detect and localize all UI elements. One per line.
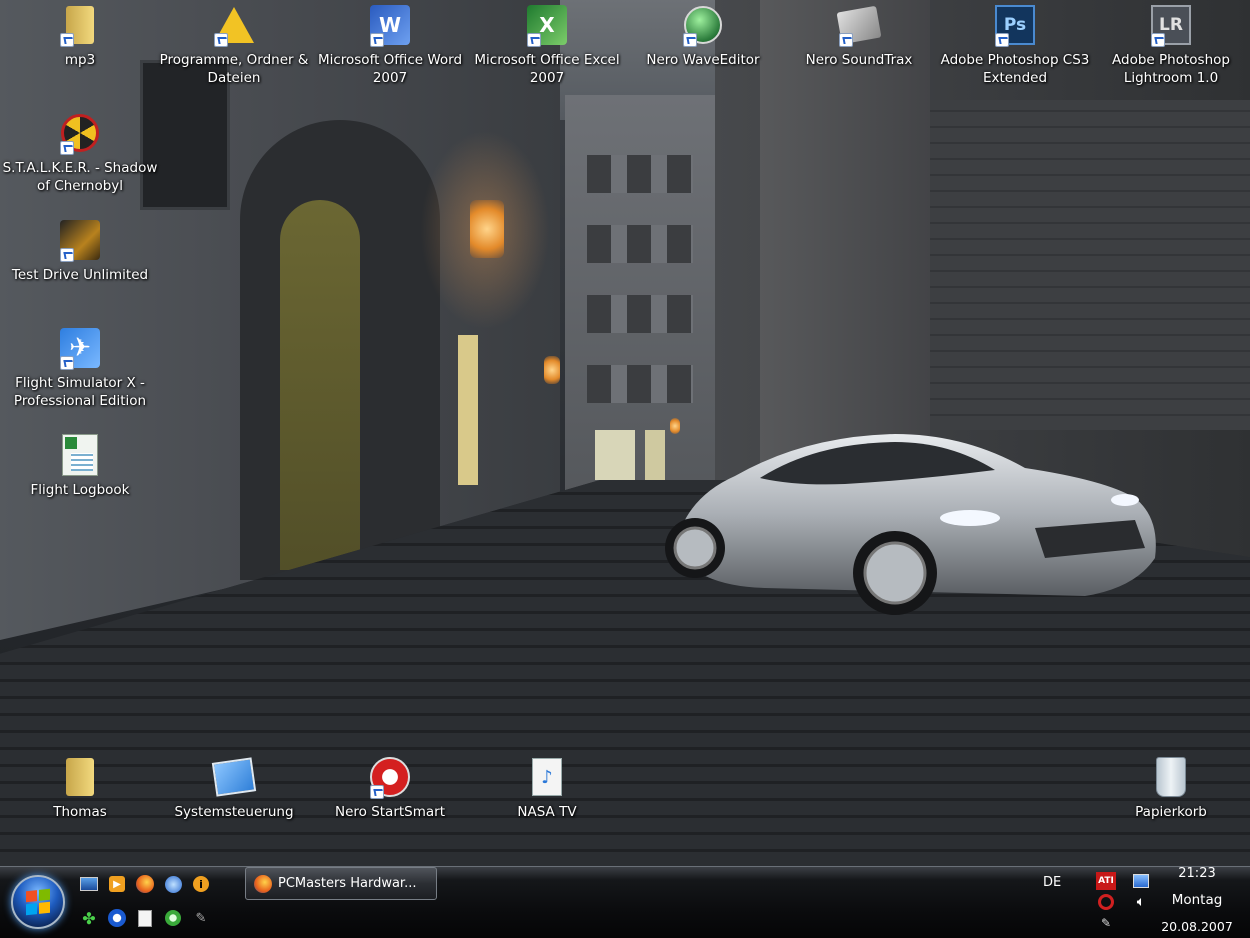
desktop-icon-label: Microsoft Office Word 2007: [317, 52, 463, 86]
desktop-icon-flight-logbook[interactable]: Flight Logbook: [0, 433, 160, 499]
media-player-icon[interactable]: ▶: [107, 874, 127, 894]
wallpaper-brick-wall: [930, 100, 1250, 430]
volume-tray-icon[interactable]: 🔈︎: [1131, 893, 1151, 911]
usb-tray-icon[interactable]: ✎: [1096, 914, 1116, 932]
wallpaper-doorway: [458, 335, 478, 485]
shortcut-arrow-icon: [995, 33, 1009, 47]
document-icon[interactable]: [135, 908, 155, 928]
desktop[interactable]: [0, 0, 1250, 866]
desktop-icon-test-drive-unlimited[interactable]: Test Drive Unlimited: [0, 218, 160, 284]
desktop-icon-flight-simulator[interactable]: ✈ Flight Simulator X - Professional Edit…: [0, 326, 160, 410]
firefox-icon[interactable]: [135, 874, 155, 894]
media-file-icon: ♪: [532, 758, 562, 796]
thunderbird-icon[interactable]: [107, 908, 127, 928]
desktop-icon-label: Microsoft Office Excel 2007: [474, 52, 620, 86]
desktop-icon-label: Test Drive Unlimited: [11, 267, 149, 283]
desktop-icon-label: Thomas: [53, 804, 107, 820]
taskbar: [0, 866, 1250, 938]
language-indicator[interactable]: DE: [1043, 875, 1061, 890]
desktop-icon-label: Papierkorb: [1135, 804, 1207, 820]
shortcut-arrow-icon: [370, 785, 384, 799]
clover-icon[interactable]: ✤: [79, 908, 99, 928]
control-panel-icon: [211, 757, 257, 797]
info-icon[interactable]: i: [191, 874, 211, 894]
desktop-icon-nasa-tv[interactable]: ♪ NASA TV: [467, 755, 627, 821]
desktop-icon-recycle-bin[interactable]: Papierkorb: [1091, 755, 1250, 821]
desktop-icon-label: Nero StartSmart: [334, 804, 446, 820]
network-tray-icon[interactable]: [1131, 872, 1151, 890]
shortcut-arrow-icon: [60, 356, 74, 370]
recycle-bin-icon: [1156, 757, 1186, 797]
shortcut-arrow-icon: [60, 248, 74, 262]
desktop-icon-label: mp3: [64, 52, 96, 68]
internet-explorer-icon[interactable]: [163, 874, 183, 894]
desktop-icon-nero-waveeditor[interactable]: Nero WaveEditor: [623, 3, 783, 69]
shortcut-arrow-icon: [683, 33, 697, 47]
desktop-icon-label: Programme, Ordner & Dateien: [159, 52, 309, 86]
shortcut-arrow-icon: [370, 33, 384, 47]
wallpaper-street-lamp: [470, 200, 504, 258]
green-app-icon[interactable]: [163, 908, 183, 928]
clock-time[interactable]: 21:23: [1160, 866, 1234, 881]
desktop-icon-thomas[interactable]: Thomas: [0, 755, 160, 821]
wallpaper-tower: [760, 0, 930, 470]
desktop-icon-stalker[interactable]: S.T.A.L.K.E.R. - Shadow of Chernobyl: [0, 111, 160, 195]
desktop-icon-word[interactable]: W Microsoft Office Word 2007: [310, 3, 470, 87]
desktop-icon-photoshop[interactable]: Ps Adobe Photoshop CS3 Extended: [935, 3, 1095, 87]
shortcut-arrow-icon: [1151, 33, 1165, 47]
desktop-icon-label: S.T.A.L.K.E.R. - Shadow of Chernobyl: [2, 160, 158, 194]
user-folder-icon: [66, 758, 94, 796]
spreadsheet-file-icon: [62, 434, 98, 476]
firefox-icon: [254, 874, 272, 893]
desktop-icon-label: Nero SoundTrax: [805, 52, 913, 68]
desktop-icon-mp3[interactable]: mp3: [0, 3, 160, 69]
clock-date[interactable]: 20.08.2007: [1155, 919, 1239, 934]
shortcut-arrow-icon: [839, 33, 853, 47]
desktop-icon-label: Flight Logbook: [30, 482, 130, 498]
desktop-icon-programs[interactable]: Programme, Ordner & Dateien: [154, 3, 314, 87]
start-button[interactable]: [11, 875, 65, 929]
taskbar-window-title: PCMasters Hardwar...: [278, 876, 417, 891]
desktop-icon-nero-startsmart[interactable]: Nero StartSmart: [310, 755, 470, 821]
desktop-icon-nero-soundtrax[interactable]: Nero SoundTrax: [779, 3, 939, 69]
wallpaper-street-lamp: [544, 356, 560, 384]
tool-icon[interactable]: ✎: [191, 908, 211, 928]
windows-logo-icon: [26, 888, 50, 916]
desktop-icon-label: Adobe Photoshop CS3 Extended: [940, 52, 1090, 86]
shortcut-arrow-icon: [60, 141, 74, 155]
desktop-icon-systemsteuerung[interactable]: Systemsteuerung: [154, 755, 314, 821]
shortcut-arrow-icon: [60, 33, 74, 47]
clock-day[interactable]: Montag: [1160, 892, 1234, 908]
shortcut-arrow-icon: [527, 33, 541, 47]
shortcut-arrow-icon: [214, 33, 228, 47]
desktop-icon-label: Adobe Photoshop Lightroom 1.0: [1112, 52, 1230, 86]
taskbar-window-button[interactable]: PCMasters Hardwar...: [245, 867, 437, 900]
ati-tray-icon[interactable]: ATI: [1096, 872, 1116, 890]
desktop-icon-label: Systemsteuerung: [174, 804, 294, 820]
desktop-icon-label: Nero WaveEditor: [646, 52, 760, 68]
wallpaper-archway-light: [280, 200, 360, 570]
desktop-icon-excel[interactable]: X Microsoft Office Excel 2007: [467, 3, 627, 87]
desktop-icon-label: Flight Simulator X - Professional Editio…: [13, 375, 147, 409]
show-desktop-icon[interactable]: [79, 874, 99, 894]
wallpaper-silver-sports-car: [665, 434, 1156, 615]
desktop-icon-lightroom[interactable]: LR Adobe Photoshop Lightroom 1.0: [1091, 3, 1250, 87]
desktop-icon-label: NASA TV: [517, 804, 577, 820]
antivirus-tray-icon[interactable]: [1096, 893, 1116, 911]
